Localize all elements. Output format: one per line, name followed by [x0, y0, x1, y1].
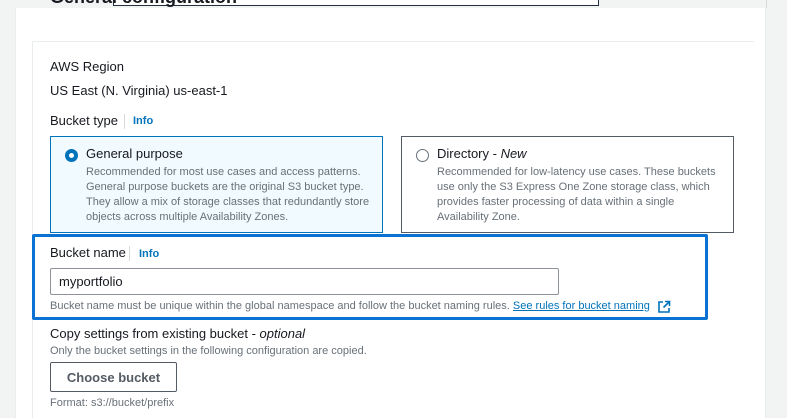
- bucket-type-card-general-purpose[interactable]: General purpose Recommended for most use…: [50, 136, 383, 233]
- bucket-name-info-link[interactable]: Info: [139, 248, 159, 260]
- card-desc-directory: Recommended for low-latency use cases. T…: [437, 166, 716, 223]
- section-title: General configuration: [50, 0, 237, 8]
- format-hint: Format: s3://bucket/prefix: [50, 397, 175, 409]
- panel-header: General configuration: [32, 0, 754, 42]
- info-separator: [129, 246, 130, 261]
- choose-bucket-button[interactable]: Choose bucket: [50, 362, 177, 392]
- region-label: AWS Region: [50, 59, 124, 74]
- radio-general-purpose[interactable]: [65, 149, 78, 162]
- optional-tag: optional: [259, 326, 306, 341]
- bucket-naming-rules-link[interactable]: See rules for bucket naming: [513, 300, 650, 312]
- bucket-name-hint: Bucket name must be unique within the gl…: [50, 300, 650, 312]
- card-title-general-purpose: General purpose: [86, 146, 183, 161]
- copy-settings-description: Only the bucket settings in the followin…: [50, 345, 367, 357]
- bucket-type-info-link[interactable]: Info: [133, 115, 153, 127]
- copy-settings-label: Copy settings from existing bucket - opt…: [50, 326, 306, 341]
- panel-body-divider: [32, 42, 33, 418]
- top-right-strip: [766, 0, 787, 8]
- bucket-name-input[interactable]: [50, 268, 559, 295]
- bucket-type-card-directory[interactable]: Directory - New Recommended for low-late…: [401, 136, 734, 233]
- card-title-directory: Directory - New: [437, 146, 527, 161]
- external-link-icon[interactable]: [657, 300, 671, 314]
- radio-directory[interactable]: [416, 149, 429, 162]
- new-tag: New: [500, 146, 527, 161]
- bucket-name-label: Bucket name: [50, 245, 126, 260]
- info-separator: [124, 114, 125, 129]
- card-desc-general-purpose: Recommended for most use cases and acces…: [86, 166, 370, 223]
- region-value: US East (N. Virginia) us-east-1: [50, 83, 228, 98]
- bucket-type-label: Bucket type: [50, 113, 118, 128]
